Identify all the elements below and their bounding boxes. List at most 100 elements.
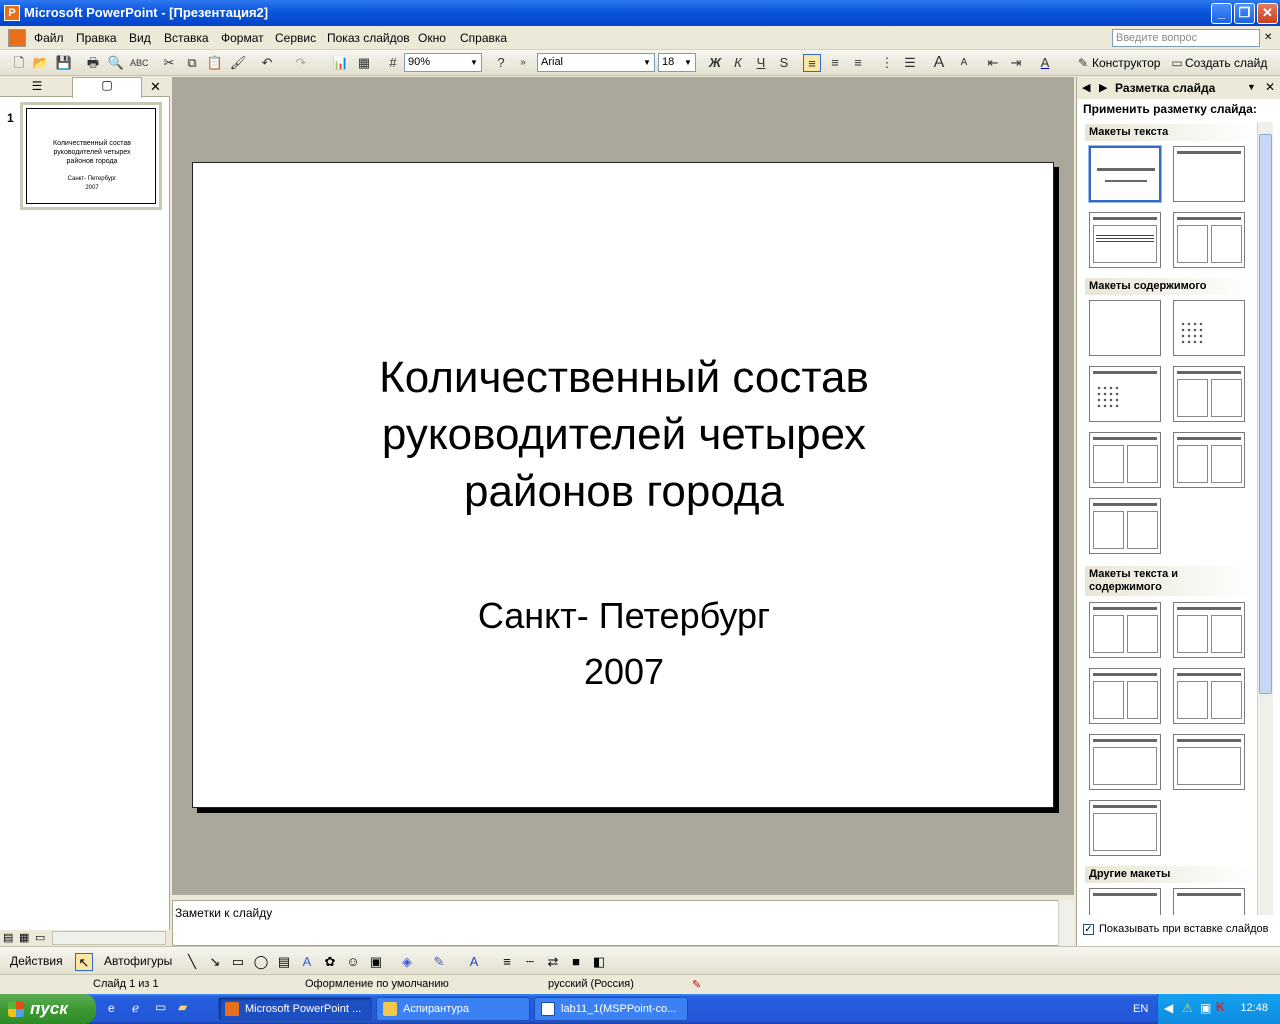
task-pane-scrollbar[interactable] <box>1257 122 1273 915</box>
grid-icon[interactable]: # <box>384 54 402 72</box>
quicklaunch-ie-icon[interactable]: e <box>108 1001 115 1015</box>
layout-content-over-text[interactable] <box>1173 734 1245 790</box>
designer-icon[interactable]: ✎ <box>1074 54 1092 72</box>
paste-icon[interactable]: 📋 <box>206 54 224 72</box>
underline-button[interactable]: Ч <box>752 54 770 72</box>
open-icon[interactable]: 📂 <box>32 54 50 72</box>
wordart-icon[interactable]: A <box>298 953 316 971</box>
close-icon[interactable]: ✕ <box>1265 80 1275 94</box>
new-slide-icon[interactable]: ▭ <box>1168 54 1186 72</box>
shadow-style-icon[interactable]: ■ <box>567 953 585 971</box>
undo-icon[interactable]: ↶ <box>258 54 276 72</box>
layout-title-two-content[interactable] <box>1173 366 1245 422</box>
format-painter-icon[interactable]: 🖌 <box>229 54 247 72</box>
menu-insert[interactable]: Вставка <box>164 31 209 45</box>
layout-two-column-text[interactable] <box>1173 212 1245 268</box>
antivirus-icon[interactable]: K <box>1216 1000 1225 1014</box>
align-right-icon[interactable]: ≡ <box>849 54 867 72</box>
start-button[interactable]: пуск <box>0 994 96 1024</box>
tray-arrow-icon[interactable]: ◀ <box>1164 1001 1173 1015</box>
new-slide-button[interactable]: Создать слайд <box>1185 56 1267 70</box>
quicklaunch-ie2-icon[interactable]: ℯ <box>132 1001 139 1015</box>
new-icon[interactable]: 🗋 <box>10 54 28 72</box>
document-icon[interactable] <box>8 29 26 47</box>
layout-text-content[interactable] <box>1089 602 1161 658</box>
close-button[interactable]: ✕ <box>1257 3 1278 24</box>
layout-2-content-over-text[interactable] <box>1089 800 1161 856</box>
help-search-input[interactable]: Введите вопрос <box>1112 29 1260 47</box>
spelling-icon[interactable]: ABC <box>130 54 149 72</box>
select-pointer-icon[interactable]: ↖ <box>75 953 93 971</box>
diagram-icon[interactable]: ✿ <box>321 953 339 971</box>
print-icon[interactable]: 🖶 <box>84 54 102 72</box>
normal-view-icon[interactable]: ▤ <box>3 931 13 944</box>
menu-tools[interactable]: Сервис <box>275 31 316 45</box>
notes-scrollbar[interactable] <box>1058 900 1074 946</box>
cut-icon[interactable]: ✂ <box>160 54 178 72</box>
forward-arrow-icon[interactable]: ▶ <box>1099 81 1107 94</box>
task-powerpoint[interactable]: Microsoft PowerPoint ... <box>218 997 372 1021</box>
font-size-select[interactable]: 18 ▼ <box>658 53 696 72</box>
layout-blank[interactable] <box>1089 300 1161 356</box>
layout-text-2-content[interactable] <box>1089 668 1161 724</box>
layout-title-content-2-content[interactable] <box>1089 432 1161 488</box>
menu-slideshow[interactable]: Показ слайдов <box>327 31 410 45</box>
layout-title-2-content-content[interactable] <box>1173 432 1245 488</box>
numbering-icon[interactable]: ⋮ <box>878 54 896 72</box>
toolbar-overflow-icon[interactable]: » <box>514 54 532 72</box>
slide-subtitle[interactable]: Санкт- Петербург 2007 <box>193 588 1055 700</box>
bullets-icon[interactable]: ☰ <box>901 54 919 72</box>
tray-app-icon[interactable]: ▣ <box>1200 1001 1211 1015</box>
scrollbar-thumb[interactable] <box>1259 134 1272 694</box>
font-select[interactable]: Arial ▼ <box>537 53 655 72</box>
menu-edit[interactable]: Правка <box>76 31 117 45</box>
layout-text-over-content[interactable] <box>1089 734 1161 790</box>
autoshapes-menu[interactable]: Автофигуры <box>104 954 172 968</box>
layout-2-content-text[interactable] <box>1173 668 1245 724</box>
picture-icon[interactable]: ▣ <box>367 953 385 971</box>
quicklaunch-desktop-icon[interactable]: ▭ <box>155 1000 166 1014</box>
task-word[interactable]: lab11_1(MSPPoint-co... <box>534 997 688 1021</box>
slide-sorter-icon[interactable]: ▦ <box>19 931 29 944</box>
redo-icon[interactable]: ↷ <box>292 54 310 72</box>
maximize-button[interactable]: ❐ <box>1234 3 1255 24</box>
slide-thumbnail[interactable]: Количественный состав руководителей четы… <box>20 102 162 210</box>
line-icon[interactable]: ╲ <box>183 953 201 971</box>
clipart-icon[interactable]: ☺ <box>344 953 362 971</box>
notes-pane[interactable]: Заметки к слайду <box>172 900 1074 946</box>
textbox-icon[interactable]: ▤ <box>275 953 293 971</box>
chevron-down-icon[interactable]: ▼ <box>1247 82 1256 92</box>
show-on-insert-checkbox[interactable]: ✓ Показывать при вставке слайдов <box>1083 923 1269 935</box>
slide-canvas[interactable]: Количественный состав руководителей четы… <box>192 162 1054 808</box>
help-icon[interactable]: ? <box>492 54 510 72</box>
menu-help[interactable]: Справка <box>460 31 507 45</box>
fill-color-icon[interactable]: ◈ <box>398 953 416 971</box>
menu-window[interactable]: Окно <box>418 31 446 45</box>
insert-table-icon[interactable]: ▦ <box>355 54 373 72</box>
layout-title-slide[interactable] <box>1088 145 1162 203</box>
insert-chart-icon[interactable]: 📊 <box>332 54 350 72</box>
tab-outline[interactable]: ☰ <box>2 79 72 97</box>
align-center-icon[interactable]: ≡ <box>826 54 844 72</box>
layout-other-2[interactable] <box>1173 888 1245 915</box>
layout-content-text[interactable] <box>1173 602 1245 658</box>
decrease-indent-icon[interactable]: ⇤ <box>984 54 1002 72</box>
3d-style-icon[interactable]: ◧ <box>590 953 608 971</box>
align-left-icon[interactable]: ≡ <box>803 54 821 72</box>
line-color-icon[interactable]: ✎ <box>430 953 448 971</box>
spelling-status-icon[interactable]: ✎ <box>692 978 701 991</box>
horizontal-scrollbar[interactable] <box>52 931 166 945</box>
close-doc-icon[interactable]: ✕ <box>1264 32 1272 43</box>
actions-menu[interactable]: Действия <box>10 954 63 968</box>
menu-file[interactable]: Файл <box>34 31 64 45</box>
designer-button[interactable]: Конструктор <box>1092 56 1160 70</box>
font-color-icon[interactable]: A <box>1036 54 1054 72</box>
warning-icon[interactable]: ⚠ <box>1182 1001 1193 1015</box>
slideshow-icon[interactable]: ▭ <box>35 931 45 944</box>
close-panel-icon[interactable]: ✕ <box>150 79 161 95</box>
font-color-icon[interactable]: A <box>465 953 483 971</box>
italic-button[interactable]: К <box>729 54 747 72</box>
minimize-button[interactable]: _ <box>1211 3 1232 24</box>
print-preview-icon[interactable]: 🔍 <box>107 54 125 72</box>
layout-title-only[interactable] <box>1173 146 1245 202</box>
